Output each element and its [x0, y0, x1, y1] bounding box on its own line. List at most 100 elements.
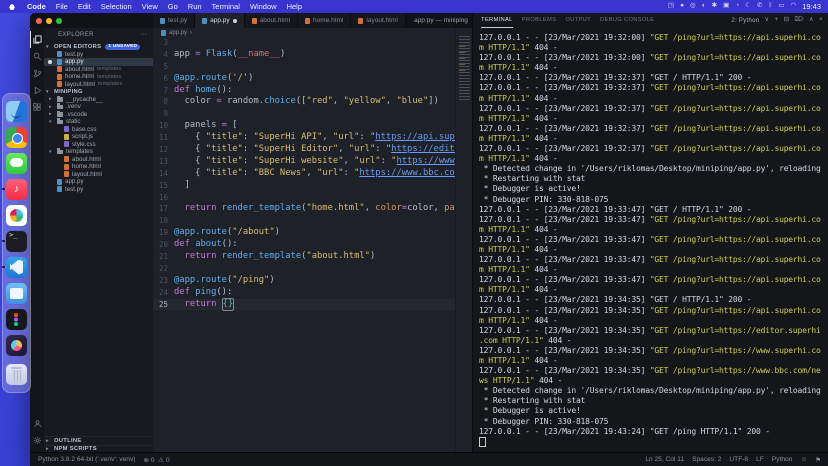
half-circle-app-icon[interactable]: ◐ [702, 3, 706, 10]
menu-item-run[interactable]: Run [183, 2, 207, 11]
moon-icon[interactable]: ☾ [745, 3, 751, 10]
sidebar-more-actions-icon[interactable]: ··· [140, 28, 147, 43]
tree-item-about.html[interactable]: about.html [44, 156, 153, 164]
menu-item-edit[interactable]: Edit [73, 2, 96, 11]
record-icon[interactable]: ◎ [690, 3, 696, 10]
open-editor-item-layout.html[interactable]: layout.htmltemplates [44, 81, 153, 89]
dock-icon-trash[interactable] [6, 364, 27, 385]
tree-item-static[interactable]: ▾static [44, 118, 153, 126]
panel-tab-output[interactable]: OUTPUT [565, 13, 591, 28]
terminal-line: 127.0.0.1 - - [23/Mar/2021 19:33:47] "GE… [479, 215, 828, 225]
files-icon[interactable] [30, 31, 44, 48]
notifications-bell-icon[interactable]: ⚑ [815, 456, 821, 464]
dot-app-icon[interactable]: ● [680, 3, 684, 10]
tree-item-templates[interactable]: ▾templates [44, 148, 153, 156]
run-debug-icon[interactable] [30, 82, 44, 99]
tab-home.html[interactable]: home.html [298, 13, 351, 28]
dock-icon-finder[interactable] [6, 101, 27, 122]
tree-item-home.html[interactable]: home.html [44, 163, 153, 171]
extensions-icon[interactable] [30, 99, 44, 116]
menu-item-selection[interactable]: Selection [96, 2, 137, 11]
tree-item-script.js[interactable]: script.js [44, 133, 153, 141]
bluetooth-icon[interactable]: ᛒ [768, 3, 772, 10]
minimap[interactable] [455, 28, 473, 453]
panel-tab-problems[interactable]: PROBLEMS [522, 13, 557, 28]
tree-item-test.py[interactable]: test.py [44, 186, 153, 194]
tree-item-layout.html[interactable]: layout.html [44, 171, 153, 179]
dock-icon-slack[interactable] [6, 205, 27, 226]
status-lf[interactable]: LF [756, 456, 764, 463]
tree-item-style.css[interactable]: style.css [44, 141, 153, 149]
panel-tab-debug-console[interactable]: DEBUG CONSOLE [600, 13, 654, 28]
status-python[interactable]: Python [772, 456, 793, 463]
tab-about.html[interactable]: about.html [245, 13, 298, 28]
menubar-clock[interactable]: 19:43 [802, 2, 821, 11]
tree-item-.vscode[interactable]: ▸.vscode [44, 111, 153, 119]
tree-item-app.py[interactable]: app.py [44, 178, 153, 186]
asterisk-app-icon[interactable]: ✱ [712, 3, 717, 10]
breadcrumb-file[interactable]: app.py [169, 30, 187, 36]
code-editor[interactable]: 34app = Flask(__name__)56@app.route('/')… [153, 37, 455, 453]
dock-icon-figma[interactable] [6, 309, 27, 330]
python-interpreter-status[interactable]: Python 3.8.2 64-bit ('.venv': venv) [38, 456, 135, 463]
tab-test.py[interactable]: test.py [153, 13, 195, 28]
section-header-outline[interactable]: ▸OUTLINE [44, 436, 153, 445]
battery-icon[interactable]: ▭ [778, 3, 784, 10]
dock-icon-blueapp[interactable] [6, 283, 27, 304]
open-editor-item-app.py[interactable]: app.py [44, 58, 153, 66]
open-editor-item-about.html[interactable]: about.htmltemplates [44, 66, 153, 74]
open-editor-item-home.html[interactable]: home.htmltemplates [44, 73, 153, 81]
dock-icon-messages[interactable] [6, 153, 27, 174]
code-text: : [381, 156, 392, 168]
split-terminal-icon[interactable]: ⊟ [784, 17, 790, 24]
open-editors-section-header[interactable]: ▾OPEN EDITORS1 UNSAVED [44, 43, 153, 51]
status-ln[interactable]: Ln 25, Col 11 [645, 456, 684, 463]
minimize-window-button[interactable] [46, 18, 52, 24]
kill-terminal-icon[interactable]: ⌦ [794, 17, 804, 24]
display-icon[interactable]: ◳ [668, 3, 674, 10]
breadcrumb[interactable]: app.py › [153, 28, 455, 37]
phone-icon[interactable]: ✆ [757, 3, 762, 10]
menu-item-code[interactable]: Code [22, 2, 51, 11]
apple-menu-icon[interactable] [9, 3, 15, 10]
tree-item-__pycache__[interactable]: ▸__pycache__ [44, 96, 153, 104]
menu-item-window[interactable]: Window [245, 2, 282, 11]
workspace-section-header[interactable]: ▾MINIPING [44, 88, 153, 96]
menu-item-file[interactable]: File [51, 2, 73, 11]
account-icon[interactable] [30, 415, 44, 432]
search-icon[interactable] [30, 48, 44, 65]
zoom-window-button[interactable] [56, 18, 62, 24]
close-window-button[interactable] [36, 18, 42, 24]
chevron-down-icon[interactable]: ∨ [764, 17, 769, 24]
shell-selector-dropdown[interactable]: 2: Python [731, 18, 759, 24]
grid-app-icon[interactable]: ▣ [723, 3, 729, 10]
tree-item-base.css[interactable]: base.css [44, 126, 153, 134]
terminal-line: m HTTP/1.1" 404 - [479, 265, 828, 275]
tab-layout.html[interactable]: layout.html [351, 13, 405, 28]
close-panel-icon[interactable]: × [819, 17, 823, 24]
settings-icon[interactable] [30, 432, 44, 449]
menu-item-help[interactable]: Help [282, 2, 307, 11]
problems-status[interactable]: ⊗ 0 ⚠ 0 [143, 456, 169, 464]
chevron-up-icon[interactable]: ∧ [809, 17, 814, 24]
dock-icon-vscode[interactable] [6, 257, 27, 278]
open-editor-item-test.py[interactable]: test.py [44, 51, 153, 59]
status-spaces[interactable]: Spaces: 2 [692, 456, 721, 463]
clock-app-icon[interactable]: ◔ [735, 3, 739, 10]
new-terminal-icon[interactable]: + [774, 17, 778, 24]
feedback-smiley-icon[interactable]: ☺ [800, 456, 807, 463]
dock-icon-chrome[interactable] [6, 127, 27, 148]
menu-item-go[interactable]: Go [163, 2, 183, 11]
menu-item-view[interactable]: View [137, 2, 163, 11]
panel-tab-terminal[interactable]: TERMINAL [481, 13, 513, 28]
menu-item-terminal[interactable]: Terminal [207, 2, 245, 11]
terminal-output[interactable]: 127.0.0.1 - - [23/Mar/2021 19:32:00] "GE… [473, 28, 828, 453]
wifi-icon[interactable]: ◠ [791, 3, 797, 10]
tree-item-.venv[interactable]: ▸.venv [44, 103, 153, 111]
tab-app.py[interactable]: app.py [195, 13, 245, 28]
dock-icon-music[interactable]: ♪ [6, 179, 27, 200]
status-utf-8[interactable]: UTF-8 [729, 456, 748, 463]
dock-icon-terminal[interactable]: >_ [6, 231, 27, 252]
source-control-icon[interactable] [30, 65, 44, 82]
dock-icon-video[interactable] [6, 335, 27, 356]
